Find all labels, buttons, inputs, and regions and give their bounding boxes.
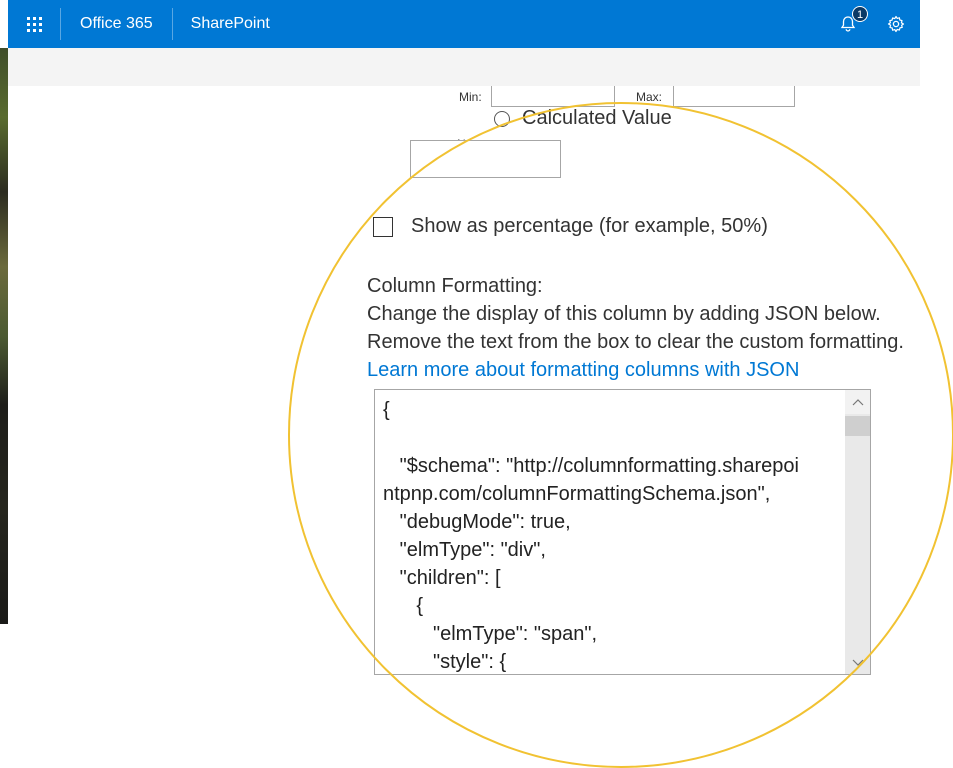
- settings-button[interactable]: [872, 0, 920, 48]
- scroll-thumb[interactable]: [845, 416, 870, 436]
- suite-bar: Office 365 SharePoint 1: [8, 0, 920, 48]
- calculated-value-option[interactable]: Calculated Value: [494, 107, 672, 130]
- show-as-percentage-option[interactable]: Show as percentage (for example, 50%): [373, 215, 768, 238]
- column-formatting-heading: Column Formatting:: [367, 275, 543, 297]
- notification-count-badge: 1: [852, 6, 868, 22]
- waffle-icon: [26, 16, 42, 32]
- app-launcher-button[interactable]: [8, 0, 60, 48]
- column-formatting-description-1: Change the display of this column by add…: [367, 303, 881, 325]
- json-formatting-textarea[interactable]: { "$schema": "http://columnformatting.sh…: [374, 389, 871, 675]
- vertical-scrollbar[interactable]: [845, 390, 870, 674]
- chevron-up-icon: [852, 399, 863, 406]
- chevron-down-icon: [852, 659, 863, 666]
- column-formatting-section: Column Formatting: Change the display of…: [367, 272, 904, 384]
- office-365-link[interactable]: Office 365: [61, 15, 172, 33]
- calculated-value-label: Calculated Value: [522, 107, 672, 129]
- min-label: Min:: [459, 90, 482, 104]
- json-editor-content[interactable]: { "$schema": "http://columnformatting.sh…: [383, 396, 839, 674]
- max-input[interactable]: [673, 86, 795, 107]
- background-image-strip: [0, 48, 8, 624]
- calculated-value-radio[interactable]: [494, 110, 510, 127]
- show-as-percentage-label: Show as percentage (for example, 50%): [411, 215, 768, 237]
- notifications-button[interactable]: 1: [824, 0, 872, 48]
- scroll-down-button[interactable]: [845, 652, 870, 674]
- command-bar: [8, 48, 920, 86]
- learn-more-link[interactable]: Learn more about formatting columns with…: [367, 359, 799, 381]
- min-input[interactable]: [491, 86, 615, 107]
- sharepoint-link[interactable]: SharePoint: [173, 15, 288, 33]
- suite-bar-actions: 1: [824, 0, 920, 48]
- max-label: Max:: [636, 90, 663, 104]
- scroll-up-button[interactable]: [845, 390, 870, 414]
- column-formatting-description-2: Remove the text from the box to clear th…: [367, 331, 904, 353]
- show-as-percentage-checkbox[interactable]: [373, 216, 393, 237]
- number-input[interactable]: [410, 140, 561, 178]
- gear-icon: [887, 15, 905, 33]
